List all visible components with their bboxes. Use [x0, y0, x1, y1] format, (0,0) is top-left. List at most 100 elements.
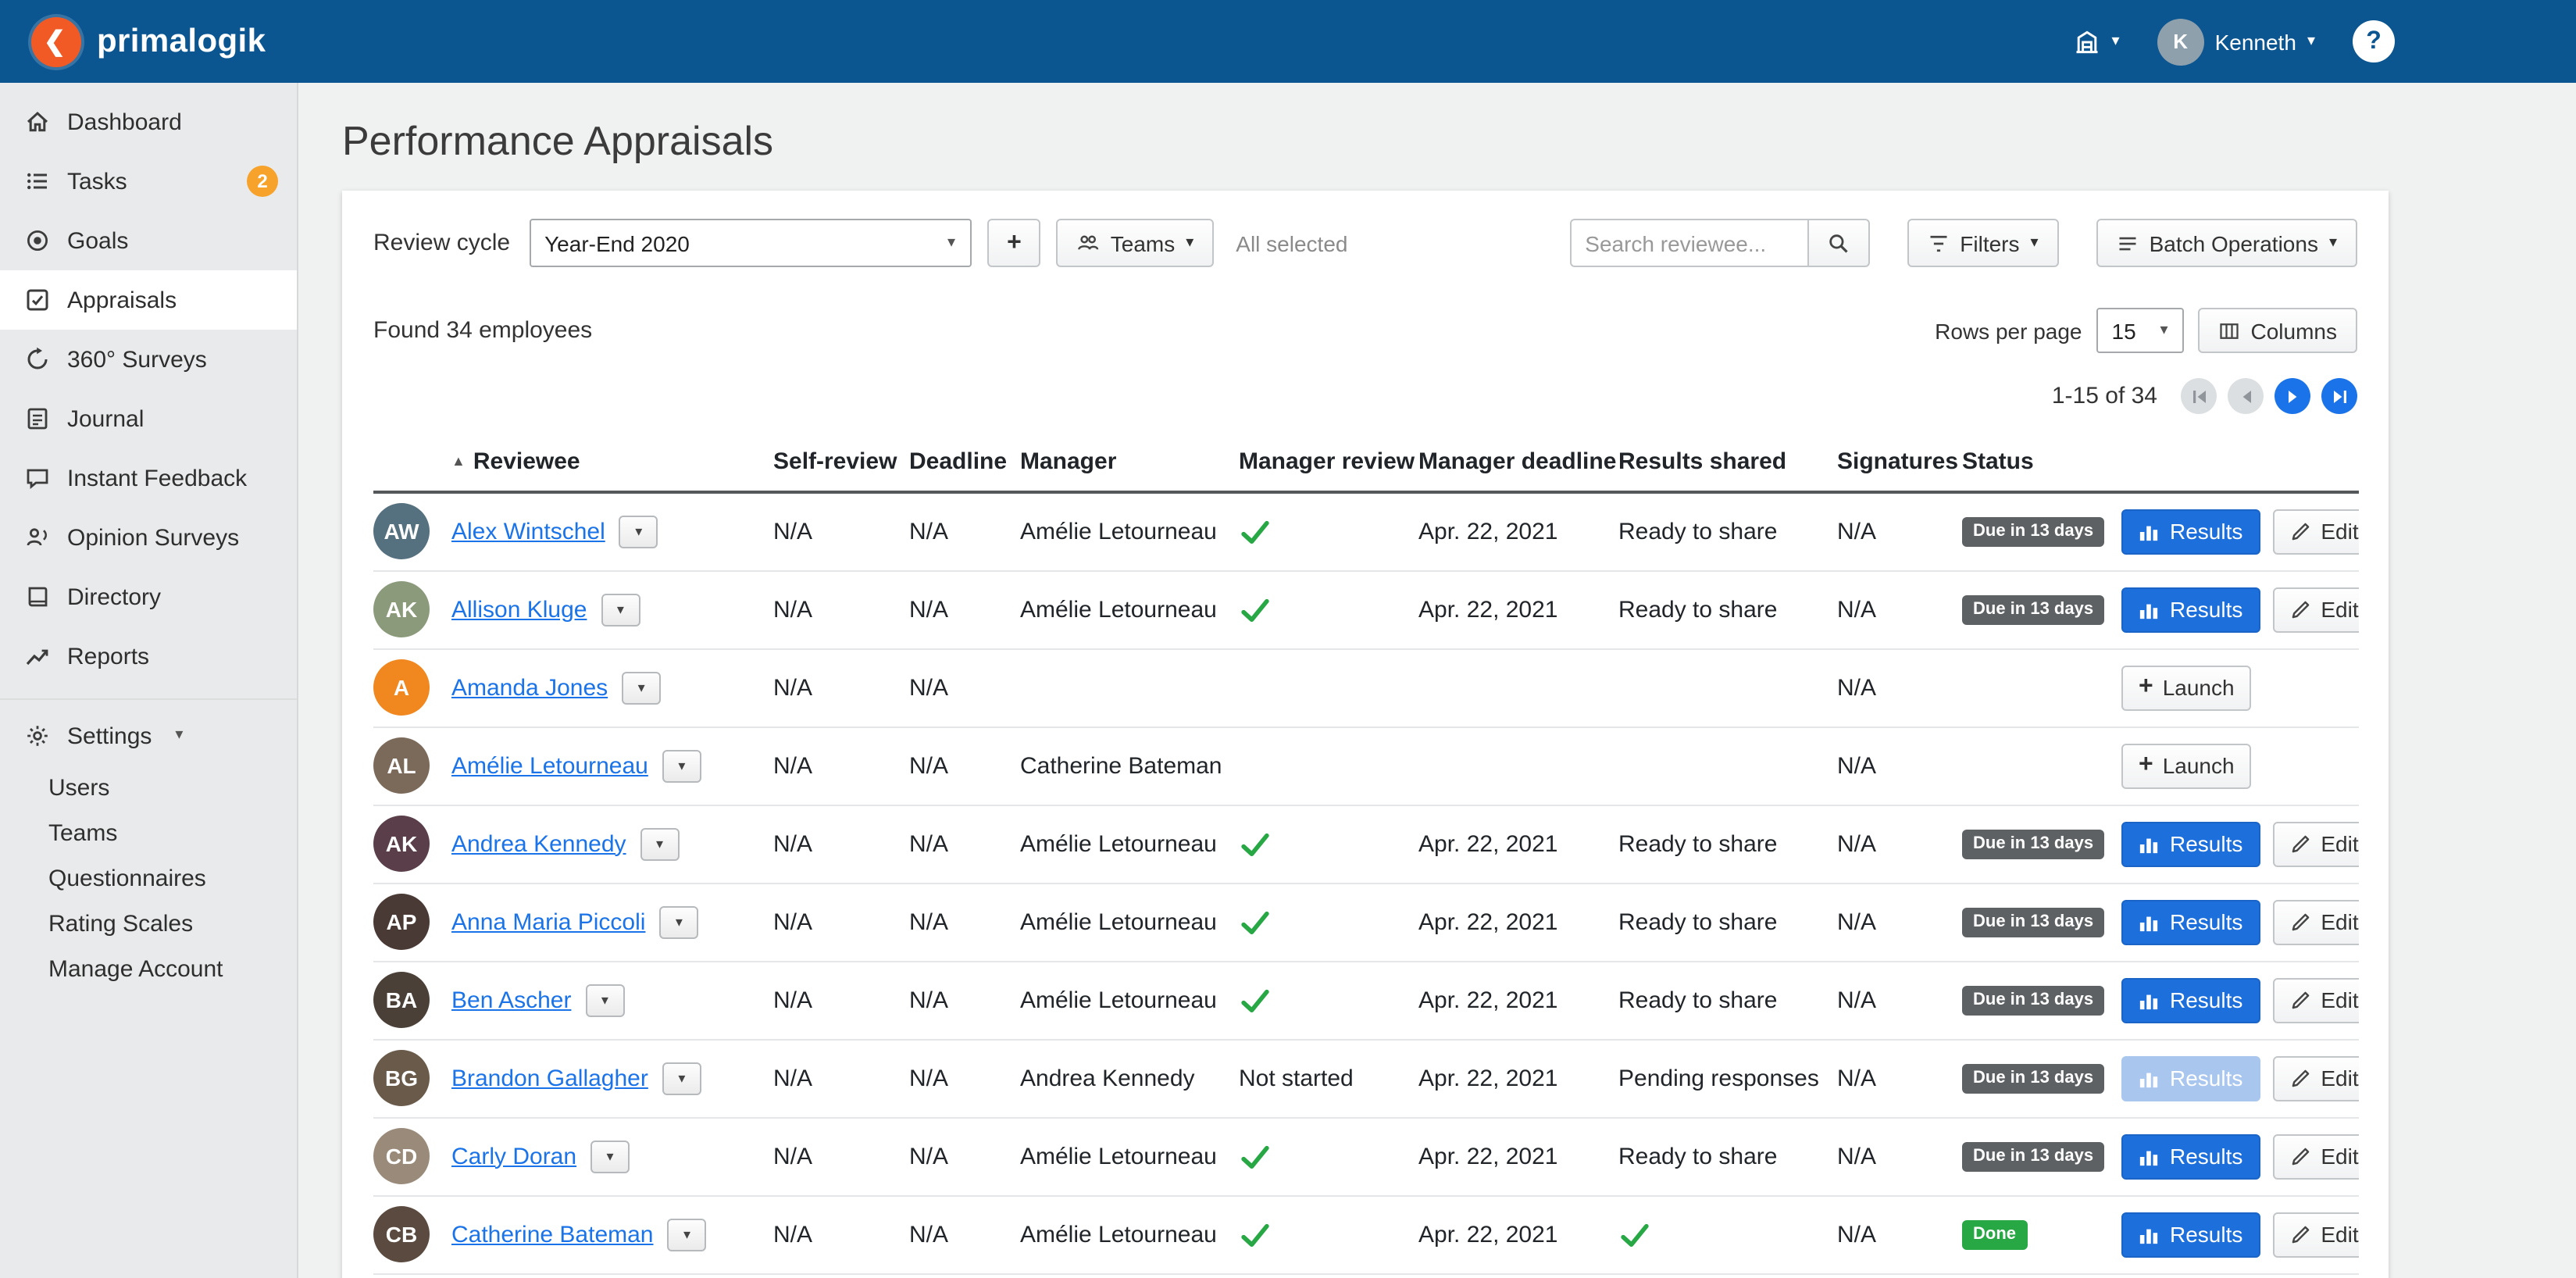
appraisals-table-body: AWAlex Wintschel▾N/AN/AAmélie Letourneau…: [373, 492, 2359, 1273]
row-menu-button[interactable]: ▾: [640, 827, 680, 860]
launch-button[interactable]: +Launch: [2121, 665, 2252, 710]
signatures-cell: N/A: [1837, 961, 1962, 1039]
header-results-shared[interactable]: Results shared: [1618, 436, 1837, 492]
edit-button[interactable]: Edit: [2272, 899, 2359, 944]
last-page-button[interactable]: [2321, 378, 2357, 414]
row-menu-button[interactable]: ▾: [601, 593, 640, 626]
header-deadline[interactable]: Deadline: [909, 436, 1020, 492]
results-button[interactable]: Results: [2121, 1212, 2260, 1257]
sidebar-item-appraisals[interactable]: Appraisals: [0, 270, 297, 330]
first-page-button[interactable]: [2181, 378, 2217, 414]
header-reviewee[interactable]: ▲Reviewee: [451, 436, 773, 492]
row-menu-button[interactable]: ▾: [659, 905, 698, 938]
reviewee-link[interactable]: Andrea Kennedy: [451, 830, 626, 857]
reviewee-link[interactable]: Brandon Gallagher: [451, 1065, 648, 1091]
help-button[interactable]: ?: [2353, 20, 2395, 62]
header-signatures[interactable]: Signatures: [1837, 436, 1962, 492]
sidebar-item-users[interactable]: Users: [0, 766, 297, 811]
reviewee-link[interactable]: Anna Maria Piccoli: [451, 909, 645, 935]
row-menu-button[interactable]: ▾: [619, 516, 658, 548]
sidebar-item-reports[interactable]: Reports: [0, 627, 297, 686]
add-cycle-button[interactable]: +: [987, 219, 1040, 267]
cell-text: Amélie Letourneau: [1020, 1221, 1217, 1248]
sidebar-item-questionnaires[interactable]: Questionnaires: [0, 856, 297, 901]
results-button[interactable]: Results: [2121, 821, 2260, 866]
reviewee-link[interactable]: Ben Ascher: [451, 987, 571, 1013]
results-button[interactable]: Results: [2121, 509, 2260, 555]
chevron-down-icon: ▾: [2307, 34, 2315, 49]
edit-button[interactable]: Edit: [2272, 821, 2359, 866]
results-button[interactable]: Results: [2121, 1055, 2260, 1101]
status-cell: [1962, 726, 2121, 805]
cell-text: N/A: [909, 596, 948, 623]
edit-button[interactable]: Edit: [2272, 509, 2359, 555]
sidebar-item-tasks[interactable]: Tasks 2: [0, 152, 297, 211]
reviewee-link[interactable]: Amélie Letourneau: [451, 752, 648, 779]
table-row: CDCarly Doran▾N/AN/AAmélie LetourneauApr…: [373, 1117, 2359, 1195]
row-menu-button[interactable]: ▾: [585, 983, 624, 1016]
header-status[interactable]: Status: [1962, 436, 2121, 492]
search-button[interactable]: [1807, 219, 1869, 267]
organization-menu[interactable]: ▾: [2073, 27, 2120, 55]
pencil-icon: [2289, 1146, 2310, 1166]
launch-button[interactable]: +Launch: [2121, 743, 2252, 788]
edit-button[interactable]: Edit: [2272, 1133, 2359, 1179]
row-menu-button[interactable]: ▾: [662, 1062, 701, 1094]
brand-logo[interactable]: ❮ primalogik: [31, 16, 297, 66]
rows-per-page-label: Rows per page: [1935, 318, 2082, 343]
deadline-cell: N/A: [909, 883, 1020, 961]
sidebar-item-manage-account[interactable]: Manage Account: [0, 947, 297, 992]
header-self-review[interactable]: Self-review: [773, 436, 909, 492]
sidebar-item-360-surveys[interactable]: 360° Surveys: [0, 330, 297, 389]
sidebar-item-journal[interactable]: Journal: [0, 389, 297, 448]
sidebar-item-directory[interactable]: Directory: [0, 567, 297, 627]
previous-page-button[interactable]: [2228, 378, 2264, 414]
teams-filter-button[interactable]: Teams ▾: [1056, 219, 1215, 267]
edit-button[interactable]: Edit: [2272, 587, 2359, 632]
columns-button[interactable]: Columns: [2198, 308, 2358, 353]
results-button[interactable]: Results: [2121, 977, 2260, 1023]
reviewee-link[interactable]: Alex Wintschel: [451, 519, 605, 545]
row-menu-button[interactable]: ▾: [668, 1218, 707, 1251]
results-button[interactable]: Results: [2121, 899, 2260, 944]
sidebar-item-opinion-surveys[interactable]: Opinion Surveys: [0, 508, 297, 567]
reviewee-link[interactable]: Catherine Bateman: [451, 1221, 654, 1248]
rows-per-page-select[interactable]: 15 ▾: [2096, 308, 2184, 353]
results-shared-cell: [1618, 1195, 1837, 1273]
results-button[interactable]: Results: [2121, 587, 2260, 632]
appraisals-card: Review cycle Year-End 2020 ▾ + Teams ▾ A…: [342, 191, 2389, 1278]
sidebar-item-dashboard[interactable]: Dashboard: [0, 92, 297, 152]
next-page-button[interactable]: [2275, 378, 2310, 414]
green-check-icon: [1618, 1218, 1651, 1251]
sidebar-item-instant-feedback[interactable]: Instant Feedback: [0, 448, 297, 508]
edit-button[interactable]: Edit: [2272, 1055, 2359, 1101]
header-manager-deadline[interactable]: Manager deadline: [1418, 436, 1618, 492]
batch-operations-button[interactable]: Batch Operations ▾: [2096, 219, 2357, 267]
avatar: AP: [373, 894, 430, 950]
search-input[interactable]: [1569, 219, 1807, 267]
sidebar-item-label: Appraisals: [67, 287, 177, 313]
sidebar-item-teams[interactable]: Teams: [0, 811, 297, 856]
header-manager-review[interactable]: Manager review: [1239, 436, 1418, 492]
header-manager[interactable]: Manager: [1020, 436, 1239, 492]
chevron-down-icon: ▾: [1186, 235, 1193, 251]
bar-chart-icon: [2139, 599, 2159, 619]
edit-button[interactable]: Edit: [2272, 1212, 2359, 1257]
teams-button-label: Teams: [1111, 230, 1175, 255]
filters-button[interactable]: Filters ▾: [1907, 219, 2058, 267]
row-menu-button[interactable]: ▾: [622, 671, 661, 704]
cell-text: Apr. 22, 2021: [1418, 909, 1558, 935]
row-menu-button[interactable]: ▾: [590, 1140, 630, 1173]
edit-button[interactable]: Edit: [2272, 977, 2359, 1023]
sidebar-item-rating-scales[interactable]: Rating Scales: [0, 901, 297, 947]
user-menu[interactable]: K Kenneth ▾: [2157, 18, 2315, 65]
reviewee-link[interactable]: Allison Kluge: [451, 596, 587, 623]
sidebar-item-settings[interactable]: Settings ▾: [0, 706, 297, 766]
sidebar-item-goals[interactable]: Goals: [0, 211, 297, 270]
review-cycle-select[interactable]: Year-End 2020 ▾: [529, 219, 971, 267]
reviewee-link[interactable]: Amanda Jones: [451, 674, 608, 701]
reviewee-link[interactable]: Carly Doran: [451, 1143, 576, 1169]
results-button[interactable]: Results: [2121, 1133, 2260, 1179]
pagination: 1-15 of 34: [373, 378, 2357, 414]
row-menu-button[interactable]: ▾: [662, 749, 701, 782]
